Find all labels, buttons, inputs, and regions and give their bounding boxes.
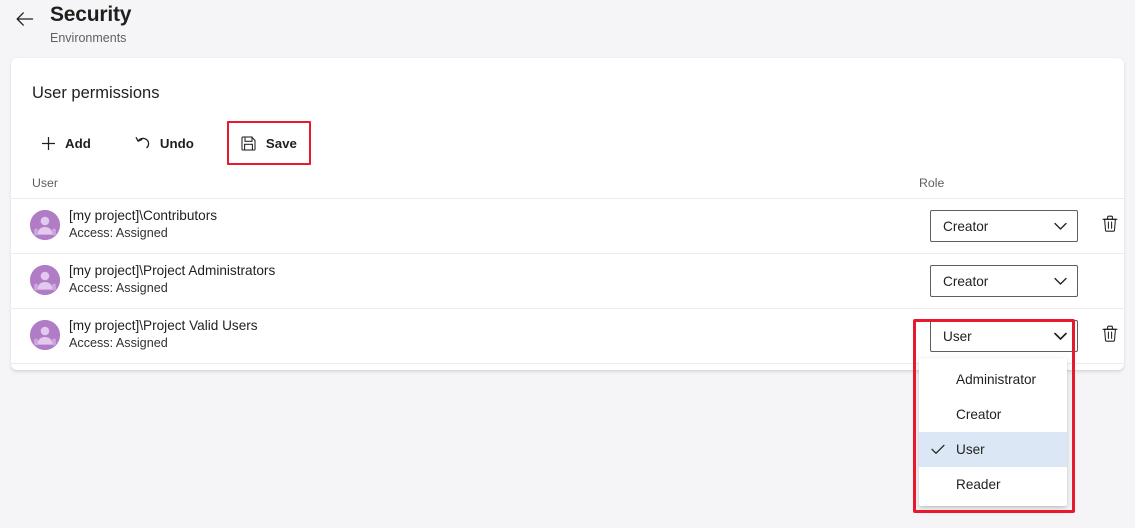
- card-title: User permissions: [32, 84, 160, 102]
- back-button[interactable]: [12, 6, 38, 32]
- group-avatar-icon: [30, 265, 60, 295]
- role-dropdown[interactable]: Creator: [930, 265, 1078, 297]
- user-access: Access: Assigned: [69, 336, 168, 350]
- table-header: User Role: [11, 170, 1124, 199]
- dropdown-option-label: Creator: [956, 407, 1002, 422]
- user-access: Access: Assigned: [69, 226, 168, 240]
- user-permissions-card: User permissions Add Undo Save User Role…: [11, 58, 1124, 370]
- undo-button[interactable]: Undo: [124, 127, 205, 159]
- save-button-highlight: Save: [226, 121, 311, 165]
- role-dropdown-value: Creator: [943, 218, 989, 234]
- column-header-user: User: [32, 176, 58, 190]
- dropdown-option-label: Reader: [956, 477, 1001, 492]
- table-row: [my project]\Project Administrators Acce…: [11, 253, 1124, 309]
- add-button-label: Add: [65, 135, 91, 151]
- dropdown-option-creator[interactable]: Creator: [919, 397, 1067, 432]
- delete-row-button[interactable]: [1096, 212, 1124, 240]
- user-name: [my project]\Project Valid Users: [69, 318, 258, 333]
- page-title: Security: [50, 3, 132, 26]
- save-button[interactable]: Save: [237, 127, 301, 159]
- role-dropdown[interactable]: Creator: [930, 210, 1078, 242]
- chevron-down-icon: [1054, 332, 1067, 341]
- user-name: [my project]\Contributors: [69, 208, 218, 223]
- table-row: [my project]\Project Valid Users Access:…: [11, 308, 1124, 364]
- user-name: [my project]\Project Administrators: [69, 263, 276, 278]
- add-button[interactable]: Add: [29, 127, 102, 159]
- trash-icon: [1102, 325, 1118, 347]
- chevron-down-icon: [1054, 277, 1067, 286]
- group-avatar-icon: [30, 210, 60, 240]
- checkmark-icon: [931, 443, 945, 457]
- user-access: Access: Assigned: [69, 281, 168, 295]
- table-row: [my project]\Contributors Access: Assign…: [11, 198, 1124, 254]
- group-avatar-icon: [30, 320, 60, 350]
- dropdown-option-label: Administrator: [956, 372, 1037, 387]
- role-dropdown-value: User: [943, 328, 972, 344]
- arrow-left-icon: [16, 12, 34, 26]
- save-button-label: Save: [265, 135, 297, 151]
- dropdown-option-user[interactable]: User: [919, 432, 1067, 467]
- trash-icon: [1102, 215, 1118, 237]
- delete-row-button[interactable]: [1096, 322, 1124, 350]
- role-dropdown-open[interactable]: User: [930, 320, 1078, 352]
- dropdown-option-administrator[interactable]: Administrator: [919, 362, 1067, 397]
- chevron-down-icon: [1054, 222, 1067, 231]
- page-header: Security Environments: [0, 0, 1135, 58]
- role-dropdown-value: Creator: [943, 273, 989, 289]
- dropdown-option-reader[interactable]: Reader: [919, 467, 1067, 502]
- page-subtitle: Environments: [50, 31, 127, 45]
- role-dropdown-menu: Administrator Creator User Reader: [919, 358, 1067, 506]
- toolbar: Add Undo Save: [29, 121, 311, 165]
- column-header-role: Role: [919, 176, 945, 190]
- dropdown-option-label: User: [956, 442, 985, 457]
- floppy-disk-save-icon: [241, 135, 257, 151]
- undo-button-label: Undo: [159, 135, 194, 151]
- plus-icon: [40, 135, 56, 151]
- undo-arrow-icon: [135, 135, 151, 151]
